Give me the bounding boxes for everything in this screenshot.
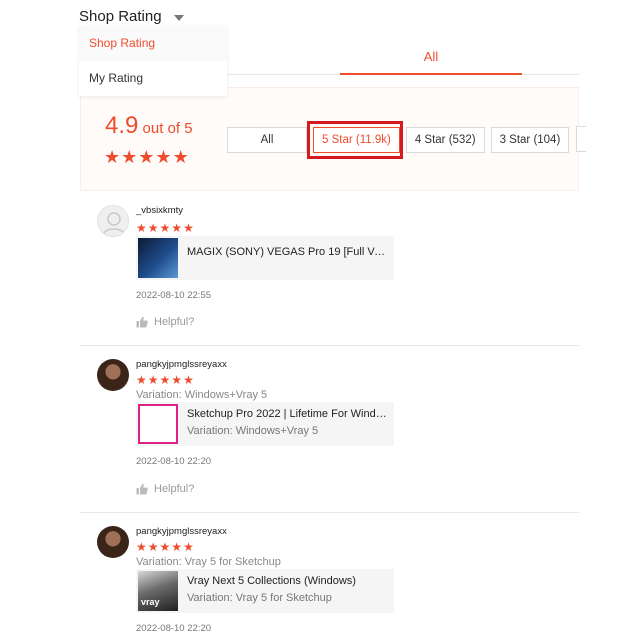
filter-5-star-button[interactable]: 5 Star (11.9k) [313, 127, 400, 153]
tab-all[interactable]: All [340, 40, 522, 75]
helpful-button[interactable]: Helpful? [136, 483, 194, 495]
rating-type-menu: Shop Rating My Rating [79, 26, 227, 96]
overall-score: 4.9 out of 5 [105, 112, 193, 140]
star-icon: ★ [159, 221, 171, 235]
star-icon: ★ [136, 221, 147, 235]
overall-stars: ★ ★ ★ ★ ★ [104, 148, 189, 166]
review-variation: Variation: Windows+Vray 5 [136, 389, 268, 401]
score-value: 4.9 [105, 112, 139, 139]
review-username: _vbsixkmty [136, 205, 183, 216]
product-card[interactable]: Sketchup Pro 2022 | Lifetime For Windows… [136, 402, 394, 446]
review-divider [80, 512, 579, 513]
star-icon: ★ [121, 147, 138, 167]
caret-down-icon [173, 14, 184, 21]
score-out-of: out of 5 [138, 120, 193, 137]
thumbnail-logo-text: vray [141, 597, 160, 607]
thumbs-up-icon [136, 316, 148, 328]
review-username: pangkyjpmglssreyaxx [136, 526, 227, 537]
star-icon: ★ [159, 540, 171, 554]
thumbs-up-icon [136, 483, 148, 495]
menu-item-shop-rating[interactable]: Shop Rating [79, 26, 227, 61]
helpful-label: Helpful? [154, 483, 195, 495]
star-icon: ★ [159, 373, 171, 387]
product-variation: Variation: Vray 5 for Sketchup [187, 592, 332, 604]
avatar [97, 359, 129, 391]
filter-all-button[interactable]: All [227, 127, 307, 153]
review-item: pangkyjpmglssreyaxx ★ ★ ★ ★ ★ Variation: Win… [80, 355, 579, 505]
filter-overflow-button[interactable] [576, 126, 586, 152]
review-stars: ★ ★ ★ ★ ★ [136, 541, 194, 553]
star-icon: ★ [183, 540, 194, 554]
star-icon: ★ [147, 540, 159, 554]
product-name: Sketchup Pro 2022 | Lifetime For Windows [187, 408, 387, 420]
product-card[interactable]: MAGIX (SONY) VEGAS Pro 19 [Full Version]… [136, 236, 394, 280]
review-time: 2022-08-10 22:20 [136, 623, 212, 634]
review-stars: ★ ★ ★ ★ ★ [136, 222, 194, 234]
filter-4-star-button[interactable]: 4 Star (532) [405, 127, 485, 153]
star-icon: ★ [147, 373, 159, 387]
star-icon: ★ [136, 373, 147, 387]
product-variation: Variation: Windows+Vray 5 [187, 425, 319, 437]
review-divider [80, 345, 579, 346]
rating-tabs: All [227, 40, 579, 75]
star-icon: ★ [171, 540, 183, 554]
helpful-button[interactable]: Helpful? [136, 316, 194, 328]
star-icon: ★ [155, 147, 172, 167]
product-name: Vray Next 5 Collections (Windows) [187, 575, 356, 587]
review-stars: ★ ★ ★ ★ ★ [136, 374, 194, 386]
review-time: 2022-08-10 22:20 [136, 456, 212, 467]
product-thumbnail [138, 404, 178, 444]
review-username: pangkyjpmglssreyaxx [136, 359, 227, 370]
product-name: MAGIX (SONY) VEGAS Pro 19 [Full Version]… [187, 246, 387, 258]
star-icon: ★ [183, 373, 194, 387]
review-time: 2022-08-10 22:55 [136, 290, 212, 301]
rating-overview: 4.9 out of 5 ★ ★ ★ ★ ★ All 5 Star (11.9k) 4 … [80, 87, 579, 191]
shop-rating-dropdown[interactable]: Shop Rating [79, 8, 184, 25]
star-icon: ★ [104, 147, 121, 167]
shop-rating-dropdown-label: Shop Rating [79, 8, 162, 25]
review-item: _vbsixkmty ★ ★ ★ ★ ★ MAGIX (SONY) VEGAS Pro … [80, 200, 579, 340]
star-filters: All 5 Star (11.9k) 4 Star (532) 3 Star (… [227, 127, 570, 153]
star-icon: ★ [147, 221, 159, 235]
star-icon: ★ [171, 221, 183, 235]
product-card[interactable]: vray Vray Next 5 Collections (Windows) V… [136, 569, 394, 613]
product-thumbnail: vray [138, 571, 178, 611]
star-icon: ★ [138, 147, 155, 167]
review-item: pangkyjpmglssreyaxx ★ ★ ★ ★ ★ Variation: Vra… [80, 522, 579, 644]
review-variation: Variation: Vray 5 for Sketchup [136, 556, 281, 568]
avatar [97, 526, 129, 558]
star-icon: ★ [183, 221, 194, 235]
helpful-label: Helpful? [154, 316, 195, 328]
star-icon: ★ [171, 373, 183, 387]
menu-item-my-rating[interactable]: My Rating [79, 61, 227, 96]
filter-3-star-button[interactable]: 3 Star (104) [490, 127, 570, 153]
star-icon: ★ [136, 540, 147, 554]
user-placeholder-icon [97, 205, 129, 237]
star-icon: ★ [172, 147, 189, 167]
product-thumbnail [138, 238, 178, 278]
